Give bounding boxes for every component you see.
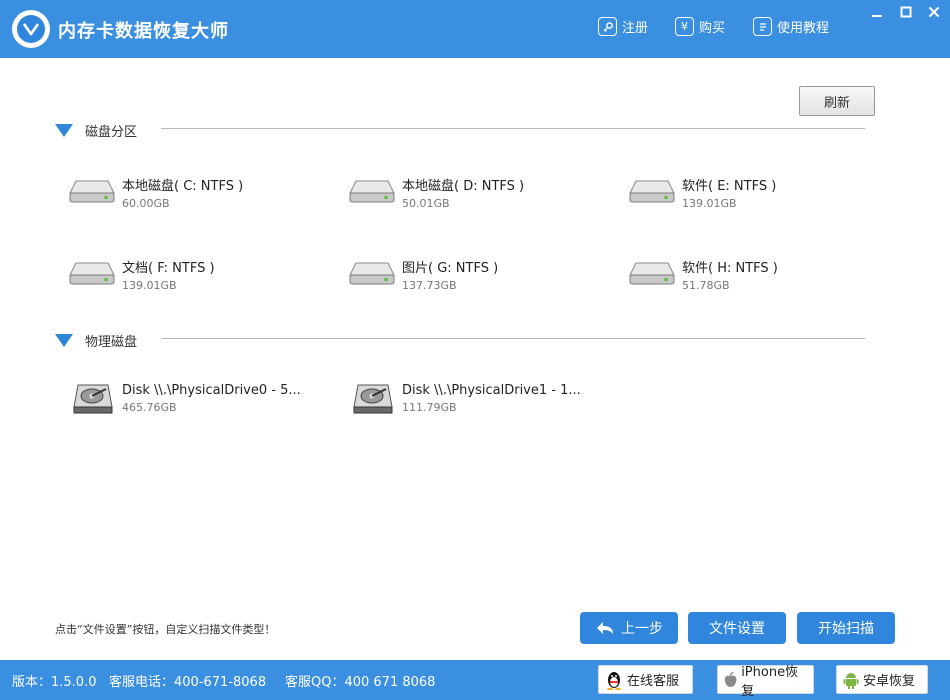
register-link[interactable]: 注册 <box>598 17 648 36</box>
minimize-icon <box>872 15 882 17</box>
phone-text: 客服电话：400-671-8068 <box>109 675 267 690</box>
register-label: 注册 <box>622 21 649 36</box>
android-recovery-button[interactable]: 安卓恢复 <box>836 665 928 694</box>
drive-size: 137.73GB <box>402 279 457 292</box>
online-service-button[interactable]: 在线客服 <box>598 665 693 694</box>
drive-name: 图片( G: NTFS ) <box>402 261 499 276</box>
yen-icon: ¥ <box>675 17 694 36</box>
buy-label: 购买 <box>699 21 726 36</box>
android-icon <box>843 672 859 689</box>
key-icon <box>598 17 617 36</box>
tutorial-link[interactable]: 使用教程 <box>753 17 829 36</box>
hard-drive-icon <box>349 262 395 285</box>
status-bar: 版本：1.5.0.0 客服电话：400-671-8068 客服QQ：400 67… <box>0 660 950 700</box>
drive-size: 60.00GB <box>122 197 170 210</box>
physical-section-title: 物理磁盘 <box>85 335 138 350</box>
apple-icon <box>724 671 737 687</box>
book-icon <box>753 17 772 36</box>
file-settings-button[interactable]: 文件设置 <box>688 612 786 644</box>
online-service-label: 在线客服 <box>627 674 680 689</box>
physical-section-header[interactable]: 物理磁盘 <box>55 331 137 350</box>
physical-disk-icon <box>353 384 393 414</box>
physical-disk-icon <box>73 384 113 414</box>
drive-size: 465.76GB <box>122 401 177 414</box>
drive-size: 51.78GB <box>682 279 730 292</box>
drive-c[interactable]: 本地磁盘( C: NTFS ) 60.00GB <box>68 175 243 210</box>
buy-link[interactable]: ¥ 购买 <box>675 17 725 36</box>
drive-d[interactable]: 本地磁盘( D: NTFS ) 50.01GB <box>348 175 524 210</box>
drive-name: 文档( F: NTFS ) <box>122 261 215 276</box>
hard-drive-icon <box>629 180 675 203</box>
drive-g[interactable]: 图片( G: NTFS ) 137.73GB <box>348 257 498 292</box>
drive-f[interactable]: 文档( F: NTFS ) 139.01GB <box>68 257 215 292</box>
drive-name: 本地磁盘( C: NTFS ) <box>122 179 244 194</box>
hard-drive-icon <box>629 262 675 285</box>
tutorial-label: 使用教程 <box>777 21 830 36</box>
start-scan-button[interactable]: 开始扫描 <box>797 612 895 644</box>
drive-e[interactable]: 软件( E: NTFS ) 139.01GB <box>628 175 776 210</box>
section-divider <box>161 128 865 129</box>
back-label: 上一步 <box>621 621 663 637</box>
section-divider <box>161 338 865 339</box>
qq-text: 客服QQ：400 671 8068 <box>285 675 436 690</box>
back-button[interactable]: 上一步 <box>580 612 678 644</box>
drive-name: 软件( E: NTFS ) <box>682 179 777 194</box>
drive-size: 50.01GB <box>402 197 450 210</box>
app-title: 内存卡数据恢复大师 <box>58 21 229 42</box>
hard-drive-icon <box>69 180 115 203</box>
physical-drive-0[interactable]: Disk \\.\PhysicalDrive0 - 5... 465.76GB <box>72 383 301 415</box>
iphone-recovery-button[interactable]: iPhone恢复 <box>717 665 814 699</box>
minimize-button[interactable] <box>866 2 888 22</box>
close-button[interactable] <box>923 2 945 22</box>
drive-name: Disk \\.\PhysicalDrive1 - 1... <box>402 383 581 398</box>
hard-drive-icon <box>69 262 115 285</box>
partitions-section-header[interactable]: 磁盘分区 <box>55 121 137 140</box>
partitions-section-title: 磁盘分区 <box>85 125 138 140</box>
hard-drive-icon <box>349 180 395 203</box>
android-recovery-label: 安卓恢复 <box>863 674 916 689</box>
version-text: 版本：1.5.0.0 <box>12 675 97 690</box>
iphone-recovery-label: iPhone恢复 <box>741 664 799 699</box>
maximize-icon <box>900 6 912 18</box>
maximize-button[interactable] <box>895 2 917 22</box>
collapse-triangle-icon <box>55 334 73 347</box>
hint-text: 点击“文件设置”按钮，自定义扫描文件类型！ <box>55 623 276 636</box>
refresh-button[interactable]: 刷新 <box>799 86 875 116</box>
app-logo <box>12 10 50 48</box>
physical-drive-1[interactable]: Disk \\.\PhysicalDrive1 - 1... 111.79GB <box>352 383 581 415</box>
drive-size: 139.01GB <box>682 197 737 210</box>
qq-penguin-icon <box>607 671 621 690</box>
drive-name: Disk \\.\PhysicalDrive0 - 5... <box>122 383 301 398</box>
close-icon <box>928 6 940 18</box>
drive-name: 软件( H: NTFS ) <box>682 261 778 276</box>
drive-name: 本地磁盘( D: NTFS ) <box>402 179 525 194</box>
title-bar: 内存卡数据恢复大师 注册 ¥ 购买 使用教程 <box>0 0 950 58</box>
collapse-triangle-icon <box>55 124 73 137</box>
drive-size: 139.01GB <box>122 279 177 292</box>
back-arrow-icon <box>597 622 613 634</box>
logo-check-icon <box>22 23 40 36</box>
drive-h[interactable]: 软件( H: NTFS ) 51.78GB <box>628 257 778 292</box>
drive-size: 111.79GB <box>402 401 457 414</box>
